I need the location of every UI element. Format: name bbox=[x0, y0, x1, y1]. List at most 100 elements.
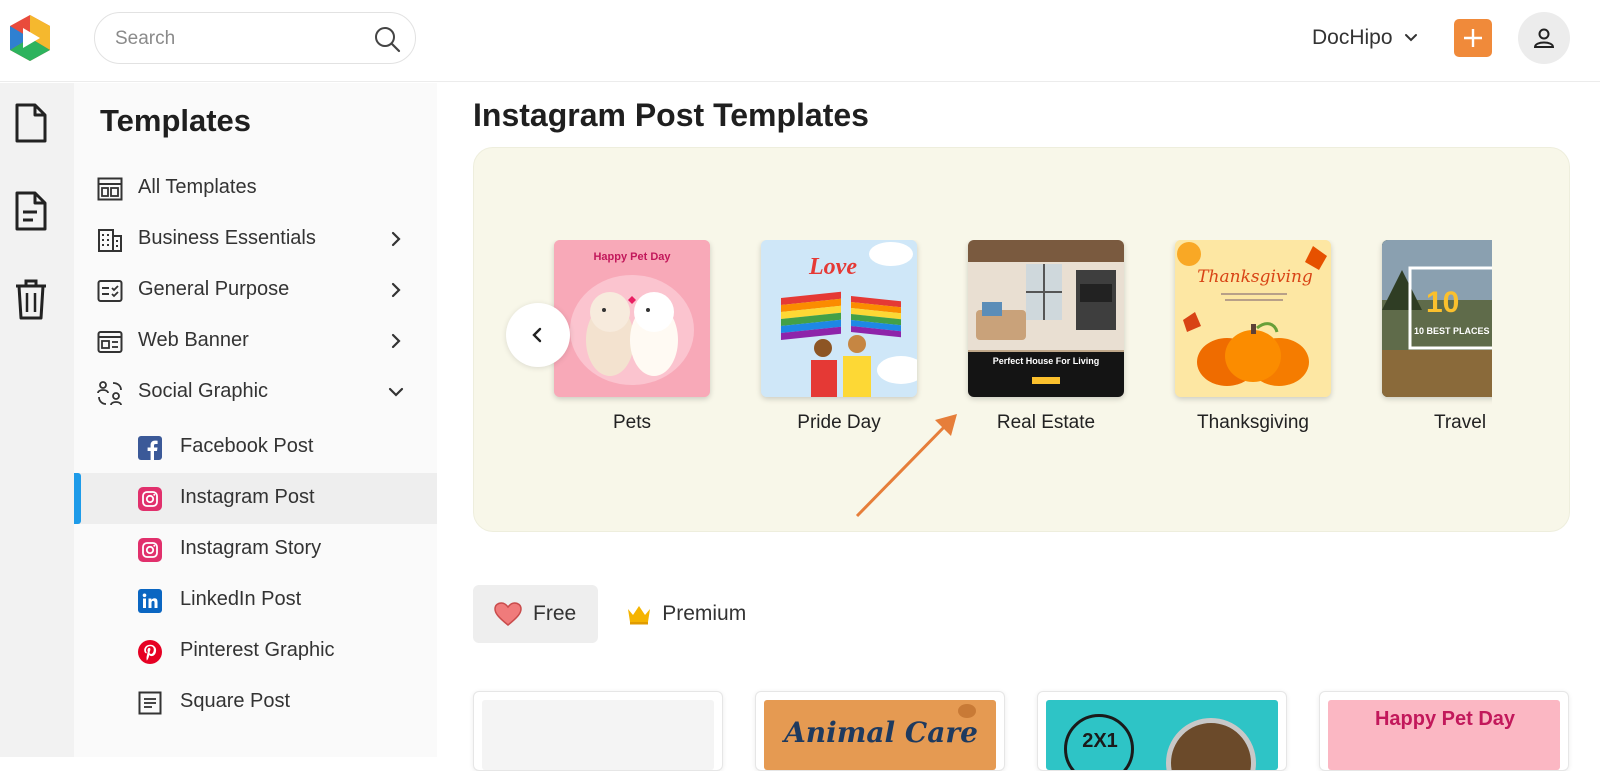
carousel-prev-button[interactable] bbox=[506, 303, 570, 367]
category-thumbnail: Perfect House For Living bbox=[968, 240, 1124, 397]
sidebar-item-label: Pinterest Graphic bbox=[180, 639, 335, 661]
sidebar-item-web-banner[interactable]: Web Banner bbox=[74, 316, 437, 367]
sidebar-item-label: LinkedIn Post bbox=[180, 588, 302, 610]
sidebar-item-business-essentials[interactable]: Business Essentials bbox=[74, 214, 437, 265]
category-card-pets[interactable]: Happy Pet Day Pets bbox=[542, 240, 722, 460]
sidebar-item-square-post[interactable]: Square Post bbox=[74, 677, 437, 728]
price-filters: Free Premium bbox=[473, 585, 768, 643]
template-preview: Happy Pet Day bbox=[1328, 700, 1560, 770]
svg-text:10: 10 bbox=[1426, 286, 1459, 319]
file-text-icon bbox=[15, 191, 47, 231]
plus-icon bbox=[1464, 29, 1482, 47]
sidebar-item-label: Business Essentials bbox=[138, 227, 316, 249]
chevron-right-icon bbox=[391, 282, 401, 298]
top-bar: DocHipo bbox=[0, 0, 1600, 82]
sidebar-item-social-graphic[interactable]: Social Graphic bbox=[74, 367, 437, 418]
chevron-right-icon bbox=[391, 231, 401, 247]
category-thumbnail: 10 10 BEST PLACES TO EXPLORE THIS SUMMER bbox=[1382, 240, 1492, 397]
square-doc-icon bbox=[136, 689, 164, 717]
search-icon[interactable] bbox=[373, 25, 401, 53]
user-avatar-button[interactable] bbox=[1518, 12, 1570, 64]
sidebar-item-general-purpose[interactable]: General Purpose bbox=[74, 265, 437, 316]
sidebar-item-instagram-post[interactable]: Instagram Post bbox=[74, 473, 437, 524]
category-label: Travel bbox=[1433, 412, 1487, 433]
sidebar-item-label: Facebook Post bbox=[180, 435, 314, 457]
search-input[interactable] bbox=[115, 26, 355, 52]
checklist-icon bbox=[96, 277, 124, 305]
filter-free[interactable]: Free bbox=[473, 585, 599, 643]
app-logo[interactable] bbox=[6, 12, 54, 64]
sidebar-item-label: All Templates bbox=[138, 176, 257, 198]
instagram-icon bbox=[136, 536, 164, 564]
rail-trash[interactable] bbox=[10, 275, 52, 323]
category-carousel: Happy Pet Day Pets Love Pride Day Perfec… bbox=[473, 147, 1570, 532]
sidebar-item-label: Social Graphic bbox=[138, 380, 269, 402]
template-preview: 2X1 bbox=[1046, 700, 1278, 770]
sidebar-item-pinterest-graphic[interactable]: Pinterest Graphic bbox=[74, 626, 437, 677]
thumb-text: Love bbox=[808, 254, 857, 280]
thanksgiving-illustration: Thanksgiving bbox=[1175, 240, 1331, 397]
sidebar-item-label: Square Post bbox=[180, 690, 291, 712]
heart-icon bbox=[494, 602, 522, 626]
template-card[interactable] bbox=[473, 691, 723, 771]
create-new-button[interactable] bbox=[1454, 19, 1492, 57]
pets-illustration: Happy Pet Day bbox=[554, 240, 710, 397]
chevron-right-icon bbox=[391, 333, 401, 349]
chevron-down-icon bbox=[1404, 34, 1417, 42]
thumb-text: Thanksgiving bbox=[1197, 267, 1313, 287]
workspace-dropdown[interactable]: DocHipo bbox=[1312, 22, 1419, 54]
grid-layout-icon bbox=[96, 175, 124, 203]
template-preview: Animal Care bbox=[764, 700, 996, 770]
rail-documents[interactable] bbox=[10, 99, 52, 147]
annotation-arrow bbox=[855, 414, 957, 518]
category-card-thanksgiving[interactable]: Thanksgiving Thanksgiving bbox=[1163, 240, 1343, 460]
template-card[interactable]: Happy Pet Day bbox=[1319, 691, 1569, 771]
paw-icon bbox=[958, 704, 976, 718]
sidebar-item-label: Web Banner bbox=[138, 329, 249, 351]
category-label: Real Estate bbox=[996, 412, 1096, 433]
thumb-text: Perfect House For Living bbox=[993, 356, 1100, 366]
chevron-left-icon bbox=[532, 327, 542, 343]
pride-illustration: Love bbox=[761, 240, 917, 397]
instagram-icon bbox=[136, 485, 164, 513]
template-grid: Animal Care 2X1 Happy Pet Day bbox=[473, 691, 1570, 771]
category-thumbnail: Happy Pet Day bbox=[554, 240, 710, 397]
category-label: Pets bbox=[612, 412, 652, 433]
food-bowl bbox=[1166, 718, 1256, 770]
sidebar-item-facebook-post[interactable]: Facebook Post bbox=[74, 422, 437, 473]
trash-icon bbox=[16, 279, 46, 320]
sidebar-item-label: Instagram Post bbox=[180, 486, 315, 508]
thumb-text: 10 BEST PLACES TO EXPLORE THIS SUMMER bbox=[1414, 326, 1492, 336]
sidebar-title: Templates bbox=[100, 103, 252, 138]
travel-illustration: 10 10 BEST PLACES TO EXPLORE THIS SUMMER bbox=[1382, 240, 1492, 397]
category-card-travel[interactable]: 10 10 BEST PLACES TO EXPLORE THIS SUMMER… bbox=[1370, 240, 1492, 460]
filter-label: Premium bbox=[662, 602, 747, 625]
rail-templates[interactable] bbox=[10, 187, 52, 235]
filter-premium[interactable]: Premium bbox=[606, 585, 768, 643]
category-card-real-estate[interactable]: Perfect House For Living Real Estate bbox=[956, 240, 1136, 460]
sidebar-item-label: General Purpose bbox=[138, 278, 290, 300]
category-thumbnail: Love bbox=[761, 240, 917, 397]
page-title: Instagram Post Templates bbox=[473, 97, 869, 133]
sidebar-item-label: Instagram Story bbox=[180, 537, 322, 559]
template-card[interactable]: Animal Care bbox=[755, 691, 1005, 771]
pinterest-icon bbox=[136, 638, 164, 666]
crown-icon bbox=[628, 606, 651, 625]
template-text: Animal Care bbox=[784, 716, 978, 749]
template-text: Happy Pet Day bbox=[1374, 708, 1516, 730]
thumb-text: Happy Pet Day bbox=[593, 251, 671, 263]
category-label: Thanksgiving bbox=[1197, 412, 1309, 433]
template-card[interactable]: 2X1 bbox=[1037, 691, 1287, 771]
sidebar-item-linkedin-post[interactable]: LinkedIn Post bbox=[74, 575, 437, 626]
template-preview bbox=[482, 700, 714, 770]
sidebar-item-all-templates[interactable]: All Templates bbox=[74, 163, 437, 214]
template-text: 2X1 bbox=[1082, 730, 1118, 752]
facebook-icon bbox=[136, 434, 164, 462]
chevron-down-icon bbox=[388, 387, 404, 397]
workspace-label: DocHipo bbox=[1312, 26, 1393, 49]
building-icon bbox=[96, 226, 124, 254]
sidebar-item-instagram-story[interactable]: Instagram Story bbox=[74, 524, 437, 575]
search-box[interactable] bbox=[94, 12, 416, 64]
document-icon bbox=[15, 103, 47, 143]
icon-rail bbox=[0, 83, 74, 757]
